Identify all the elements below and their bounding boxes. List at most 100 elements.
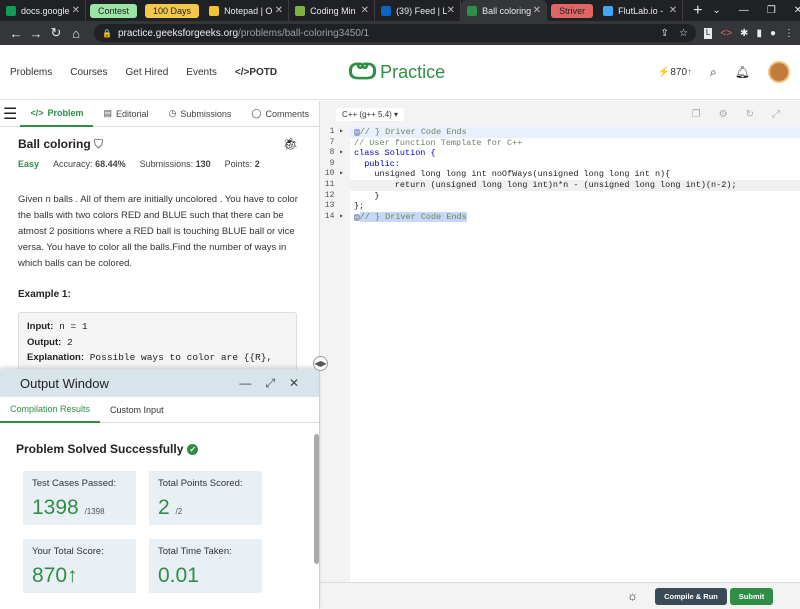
tab-comments[interactable]: ◯ Comments bbox=[241, 101, 319, 127]
result-label: Your Total Score: bbox=[32, 546, 104, 557]
result-label: Total Time Taken: bbox=[158, 546, 232, 557]
close-icon[interactable]: ✕ bbox=[361, 5, 369, 16]
check-circle-icon: ✓ bbox=[187, 443, 199, 455]
line-number: 1 ▸ bbox=[329, 127, 344, 136]
close-icon[interactable]: ✕ bbox=[289, 376, 299, 391]
expand-icon[interactable]: ⤢ bbox=[265, 376, 275, 391]
sun-icon[interactable]: ☼ bbox=[627, 589, 638, 603]
share-icon[interactable]: ⇪ bbox=[661, 28, 669, 39]
language-select[interactable]: C++ (g++ 5.4) ▾ bbox=[336, 107, 405, 121]
browser-tab[interactable]: Striver bbox=[547, 0, 597, 21]
settings-icon[interactable]: ⚙ bbox=[719, 109, 728, 120]
minimize-icon[interactable]: — bbox=[239, 376, 251, 391]
submit-button[interactable]: Submit bbox=[730, 588, 773, 605]
tab-compilation-results[interactable]: Compilation Results bbox=[0, 397, 101, 423]
tab-label: Coding Min bbox=[310, 5, 356, 16]
home-icon[interactable]: ⌂ bbox=[66, 26, 86, 41]
bug-icon[interactable]: 🐞︎ bbox=[283, 137, 298, 151]
extension-icon[interactable]: L bbox=[703, 27, 713, 39]
browser-tab[interactable]: docs.google ✕ bbox=[0, 0, 86, 21]
code-line: return (unsigned long long int)n*n - (un… bbox=[350, 179, 800, 191]
close-icon[interactable]: ✕ bbox=[447, 5, 455, 16]
sidebar-icon[interactable]: ▮ bbox=[756, 28, 762, 39]
browser-tab[interactable]: Contest bbox=[86, 0, 141, 21]
result-card: Total Time Taken: 0.01 bbox=[149, 539, 262, 593]
code-text: // } Driver Code Ends bbox=[359, 211, 467, 222]
code-text: public: bbox=[354, 158, 400, 169]
new-tab-button[interactable]: + bbox=[683, 2, 712, 20]
code-editor[interactable]: ⋯// } Driver Code Ends// User function T… bbox=[350, 127, 800, 582]
close-icon[interactable]: ✕ bbox=[275, 5, 283, 16]
logo-text: Practice bbox=[380, 61, 446, 82]
code-line: ⋯// } Driver Code Ends bbox=[350, 127, 800, 138]
code-text: unsigned long long int noOfWays(unsigned… bbox=[354, 169, 671, 180]
resize-handle-icon[interactable]: ◀▶ bbox=[313, 356, 328, 371]
close-icon[interactable]: ✕ bbox=[72, 5, 80, 16]
nav-link[interactable]: Events bbox=[186, 67, 217, 78]
fold-marker-icon[interactable]: ⋯ bbox=[354, 213, 360, 221]
close-icon[interactable]: ✕ bbox=[794, 5, 800, 16]
puzzle-icon[interactable]: ✱ bbox=[740, 28, 748, 39]
reset-icon[interactable]: ↻ bbox=[746, 109, 754, 120]
menu-icon[interactable]: ⋮ bbox=[784, 28, 794, 39]
url-input[interactable]: 🔒 practice.geeksforgeeks.org/problems/ba… bbox=[94, 24, 696, 42]
result-value: 1398 /1398 bbox=[32, 496, 127, 520]
chevron-down-icon[interactable]: ⌄ bbox=[712, 5, 720, 16]
tab-editorial[interactable]: ▤ Editorial bbox=[93, 101, 158, 127]
tab-submissions[interactable]: ◷ Submissions bbox=[159, 101, 242, 127]
compile-run-button[interactable]: Compile & Run bbox=[655, 588, 727, 605]
streak-score[interactable]: ⚡870↑ bbox=[658, 67, 692, 78]
result-label: Test Cases Passed: bbox=[32, 478, 116, 489]
scrollbar[interactable] bbox=[314, 434, 319, 564]
browser-tab[interactable]: Notepad | O ✕ bbox=[203, 0, 290, 21]
code-extension-icon[interactable]: <> bbox=[720, 28, 732, 39]
back-icon[interactable]: ← bbox=[6, 26, 26, 41]
code-line: } bbox=[350, 191, 800, 202]
tab-custom-input[interactable]: Custom Input bbox=[100, 397, 174, 423]
difficulty-badge: Easy bbox=[18, 159, 40, 169]
browser-tab[interactable]: Ball coloring ✕ bbox=[461, 0, 548, 21]
nav-link[interactable]: Get Hired bbox=[126, 67, 169, 78]
nav-link[interactable]: Courses bbox=[70, 67, 107, 78]
flutlab-icon bbox=[603, 5, 614, 16]
close-icon[interactable]: ✕ bbox=[669, 5, 677, 16]
close-icon[interactable]: ✕ bbox=[533, 5, 541, 16]
browser-tab[interactable]: 100 Days bbox=[141, 0, 203, 21]
line-numbers: 1 ▸ 7 8 ▸ 9 10 ▸ 11 12 13 14 ▸ bbox=[320, 127, 350, 582]
reload-icon[interactable]: ↻ bbox=[46, 25, 66, 41]
browser-tab[interactable]: (39) Feed | L ✕ bbox=[375, 0, 462, 21]
restore-icon[interactable]: ❐ bbox=[767, 5, 776, 16]
code-line: class Solution { bbox=[350, 148, 800, 159]
extensions: L <> ✱ ▮ ● ⋮ bbox=[703, 27, 794, 39]
output-window: Output Window — ⤢ ✕ Compilation Results … bbox=[0, 369, 319, 609]
submissions-count: Submissions: 130 bbox=[139, 159, 211, 169]
copy-icon[interactable]: ❐ bbox=[692, 109, 701, 120]
avatar[interactable] bbox=[768, 61, 790, 83]
nav-links: Problems Courses Get Hired Events </>POTD bbox=[10, 67, 277, 78]
browser-tab[interactable]: FlutLab.io - ✕ bbox=[597, 0, 684, 21]
code-text: } bbox=[354, 190, 380, 201]
hamburger-icon[interactable]: ☰ bbox=[0, 104, 20, 124]
sheets-icon bbox=[6, 5, 16, 16]
code-line: public: bbox=[350, 159, 800, 170]
up-arrow-icon: ↑ bbox=[67, 564, 78, 587]
editor-toolbar: C++ (g++ 5.4) ▾ ❐ ⚙ ↻ ⤢ bbox=[320, 101, 800, 127]
gfg-logo[interactable]: ᕦᕤ Practice bbox=[348, 59, 445, 85]
profile-icon[interactable]: ● bbox=[770, 28, 776, 39]
url-domain: practice.geeksforgeeks.org bbox=[117, 27, 239, 39]
browser-tab[interactable]: Coding Min ✕ bbox=[289, 0, 376, 21]
forward-icon[interactable]: → bbox=[26, 26, 46, 41]
fullscreen-icon[interactable]: ⤢ bbox=[772, 109, 780, 120]
star-icon[interactable]: ☆ bbox=[679, 28, 688, 39]
result-card: Test Cases Passed: 1398 /1398 bbox=[23, 471, 136, 525]
nav-link[interactable]: Problems bbox=[10, 67, 52, 78]
nav-link[interactable]: </>POTD bbox=[235, 67, 277, 78]
bell-icon[interactable]: 🔔︎ bbox=[735, 65, 750, 79]
window-controls: ⌄ — ❐ ✕ bbox=[712, 5, 800, 16]
code-text: return (unsigned long long int)n*n - (un… bbox=[354, 179, 737, 190]
editor-bottom-bar: ☼ Compile & Run Submit bbox=[320, 582, 800, 609]
minimize-icon[interactable]: — bbox=[739, 5, 749, 16]
search-icon[interactable]: ⌕ bbox=[710, 65, 717, 80]
tab-problem[interactable]: </> Problem bbox=[20, 101, 94, 127]
bookmark-icon[interactable]: ⛉ bbox=[94, 137, 103, 151]
